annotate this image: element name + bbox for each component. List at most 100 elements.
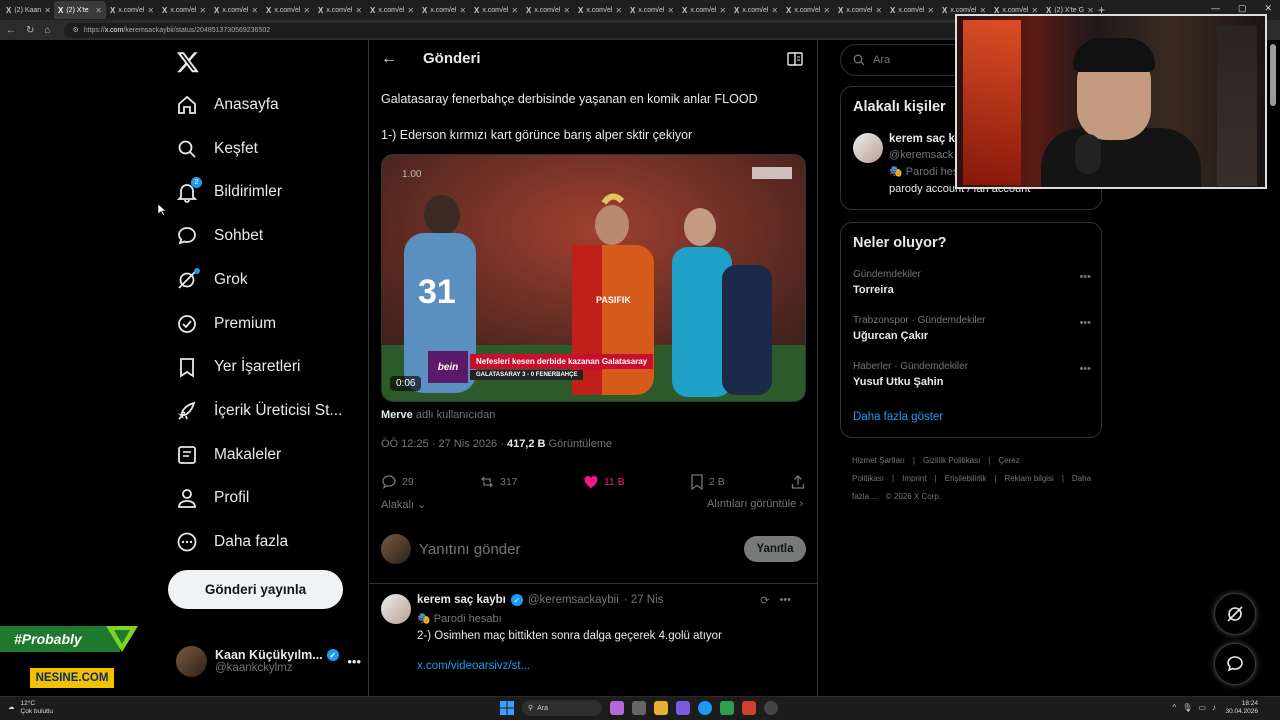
tab-close-icon[interactable]: ✕ [771,6,778,15]
system-tray[interactable]: ^ 🎙 ▭ ♪ [1173,703,1216,712]
browser-tab[interactable]: Xx.com/el ✕ [470,1,522,19]
video-player[interactable]: 31 PASIFIK 1.00 bein Nefesleri kesen der… [381,154,806,402]
person-name[interactable]: kerem saç ka [889,133,961,145]
task-view-icon[interactable] [632,701,646,715]
more-dots-icon[interactable]: ••• [1079,271,1091,283]
browser-tab[interactable]: Xx.com/el ✕ [366,1,418,19]
post-time[interactable]: ÖÖ 12:25 · 27 Nis 2026 · [381,438,507,450]
tab-close-icon[interactable]: ✕ [199,6,206,15]
more-dots-icon[interactable]: ••• [779,594,791,607]
grok-explain-icon[interactable]: ⟳ [760,594,769,607]
tab-close-icon[interactable]: ✕ [147,6,154,15]
sidebar-item-grok[interactable]: Grok [176,260,248,300]
taskbar-app-icon[interactable] [610,701,624,715]
browser-tab[interactable]: Xx.com/el ✕ [106,1,158,19]
url-field[interactable]: ⚙ https://x.com/keremsackaybii/status/20… [64,22,965,38]
sidebar-item-makaleler[interactable]: Makaleler [176,435,281,475]
edge-icon[interactable] [698,701,712,715]
tab-close-icon[interactable]: ✕ [355,6,362,15]
taskbar-search[interactable]: ⚲ Ara [522,700,602,716]
more-dots-icon[interactable]: ••• [1079,317,1091,329]
close-window-icon[interactable]: ✕ [1264,3,1272,14]
messages-floating-button[interactable] [1214,643,1256,685]
tab-close-icon[interactable]: ✕ [459,6,466,15]
browser-tab[interactable]: Xx.com/el ✕ [418,1,470,19]
weather-widget[interactable]: ☁ 12°C Çok bulutlu [8,700,53,716]
browser-tab[interactable]: Xx.com/el ✕ [834,1,886,19]
sidebar-item-yer-i-aretleri[interactable]: Yer İşaretleri [176,347,300,387]
show-more-link[interactable]: Daha fazla göster [853,411,943,423]
view-quotes-link[interactable]: Alıntıları görüntüle › [707,498,803,510]
reader-mode-icon[interactable] [787,52,803,66]
browser-tab[interactable]: Xx.com/el ✕ [730,1,782,19]
sidebar-item-daha-fazla[interactable]: Daha fazla [176,522,288,562]
mic-icon[interactable]: 🎙 [1182,703,1192,712]
trend-item[interactable]: Haberler · Gündemdekiler Yusuf Utku Şahin… [853,361,1093,388]
avatar[interactable] [853,133,883,163]
reply-author-handle[interactable]: @keremsackaybii [528,594,619,606]
sidebar-item-sohbet[interactable]: Sohbet [176,216,263,256]
bookmark-action[interactable]: 2 B [690,474,725,490]
tab-close-icon[interactable]: ✕ [927,6,934,15]
tab-close-icon[interactable]: ✕ [875,6,882,15]
maximize-icon[interactable]: ▢ [1238,3,1247,14]
video-source[interactable]: Merve adlı kullanıcıdan [381,409,495,421]
trend-item[interactable]: Trabzonspor · Gündemdekiler Uğurcan Çakır… [853,315,1093,342]
tab-close-icon[interactable]: ✕ [251,6,258,15]
source-user[interactable]: Merve [381,409,413,421]
browser-tab[interactable]: Xx.com/el ✕ [210,1,262,19]
tab-close-icon[interactable]: ✕ [667,6,674,15]
discord-icon[interactable] [676,701,690,715]
account-switcher[interactable]: Kaan Küçükyılm... ✓ @kaankckylmz ••• [176,643,361,679]
sidebar-item-ke-fet[interactable]: Keşfet [176,129,258,169]
volume-icon[interactable]: ♪ [1212,703,1216,712]
footer-link[interactable]: Imprint [902,474,926,483]
browser-tab[interactable]: Xx.com/el ✕ [522,1,574,19]
network-icon[interactable]: ▭ [1198,703,1206,712]
tab-close-icon[interactable]: ✕ [823,6,830,15]
browser-tab[interactable]: Xx.com/el ✕ [782,1,834,19]
reply-link[interactable]: x.com/videoarsivz/st... [417,660,530,672]
more-dots-icon[interactable]: ••• [1079,363,1091,375]
reply-date[interactable]: · 27 Nis [624,594,664,606]
scrollbar[interactable] [1270,44,1276,106]
footer-link[interactable]: Hizmet Şartları [852,456,905,465]
taskbar-clock[interactable]: 18:24 30.04.2026 [1225,700,1258,716]
more-dots-icon[interactable]: ••• [347,654,361,669]
reply-button[interactable]: Yanıtla [744,536,806,562]
sidebar-item-profil[interactable]: Profil [176,478,249,518]
like-action[interactable]: 11 B [583,474,625,490]
site-info-icon[interactable]: ⚙ [72,26,78,34]
footer-link[interactable]: Reklam bilgisi [1004,474,1053,483]
repost-action[interactable]: 317 [479,474,518,490]
windows-start-icon[interactable] [500,701,514,715]
browser-tab[interactable]: X (2) X'te ✕ [54,1,106,19]
app-icon[interactable] [742,701,756,715]
tab-close-icon[interactable]: ✕ [303,6,310,15]
sidebar-item-i-erik-reticisi-st[interactable]: İçerik Üreticisi St... [176,391,342,431]
browser-tab[interactable]: Xx.com/el ✕ [886,1,938,19]
trend-item[interactable]: Gündemdekiler Torreira ••• [853,269,1093,296]
back-nav-icon[interactable]: ← [6,25,16,36]
reply-action[interactable]: 29 [381,474,414,490]
browser-tab[interactable]: Xx.com/el ✕ [314,1,366,19]
browser-tab[interactable]: Xx.com/el ✕ [158,1,210,19]
reply-tweet[interactable]: kerem saç kaybı ✓ @keremsackaybii · 27 N… [381,592,811,692]
chevron-up-icon[interactable]: ^ [1173,703,1177,712]
browser-tab[interactable]: Xx.com/el ✕ [262,1,314,19]
related-dropdown[interactable]: Alakalı ⌄ [381,498,426,511]
obs-icon[interactable] [764,701,778,715]
back-arrow-icon[interactable]: ← [381,50,397,68]
xbox-icon[interactable] [720,701,734,715]
footer-link[interactable]: Erişilebilirlik [945,474,987,483]
tab-close-icon[interactable]: ✕ [95,6,102,15]
file-explorer-icon[interactable] [654,701,668,715]
tab-close-icon[interactable]: ✕ [44,6,51,15]
tab-close-icon[interactable]: ✕ [407,6,414,15]
avatar[interactable] [381,594,411,624]
sidebar-item-anasayfa[interactable]: Anasayfa [176,85,279,125]
reload-icon[interactable]: ↻ [26,25,34,36]
post-button[interactable]: Gönderi yayınla [168,570,343,609]
home-nav-icon[interactable]: ⌂ [44,25,50,36]
browser-tab[interactable]: X (2) Kaan ✕ [2,1,54,19]
